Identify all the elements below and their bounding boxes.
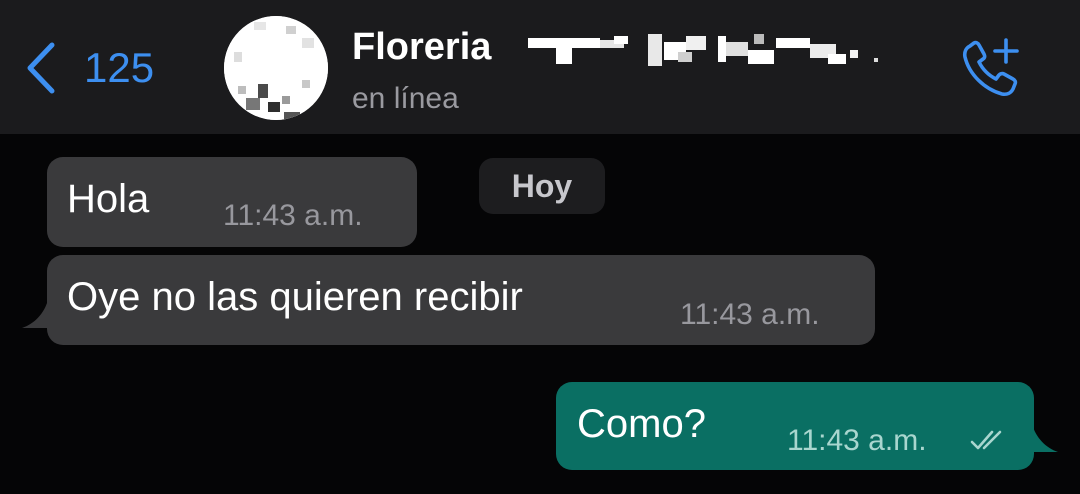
- bubble-tail: [22, 300, 60, 328]
- chevron-left-icon: [27, 42, 55, 94]
- contact-status: en línea: [352, 82, 459, 115]
- contact-name[interactable]: Floreria: [352, 26, 491, 69]
- message-bubble[interactable]: Como? 11:43 a.m.: [556, 382, 1034, 470]
- message-time: 11:43 a.m.: [787, 424, 927, 457]
- redacted-name-pixelation: [528, 28, 888, 70]
- message-time: 11:43 a.m.: [680, 298, 820, 331]
- unread-count: 125: [84, 44, 155, 91]
- avatar-redacted-image: [224, 16, 328, 120]
- read-receipt-icon: [970, 430, 1002, 450]
- message-text: Como?: [577, 402, 706, 446]
- date-separator: Hoy: [479, 158, 605, 214]
- message-bubble[interactable]: Oye no las quieren recibir 11:43 a.m.: [47, 255, 875, 345]
- message-text: Oye no las quieren recibir: [67, 275, 523, 319]
- message-text: Hola: [67, 177, 150, 221]
- back-button[interactable]: 125: [24, 38, 154, 98]
- message-time: 11:43 a.m.: [223, 199, 363, 232]
- message-bubble[interactable]: Hola 11:43 a.m.: [47, 157, 417, 247]
- phone-add-icon: [962, 38, 1019, 97]
- avatar[interactable]: [224, 16, 328, 120]
- chat-header: 125 Floreria en línea: [0, 0, 1080, 134]
- add-call-button[interactable]: [956, 34, 1026, 104]
- bubble-tail: [1020, 424, 1058, 452]
